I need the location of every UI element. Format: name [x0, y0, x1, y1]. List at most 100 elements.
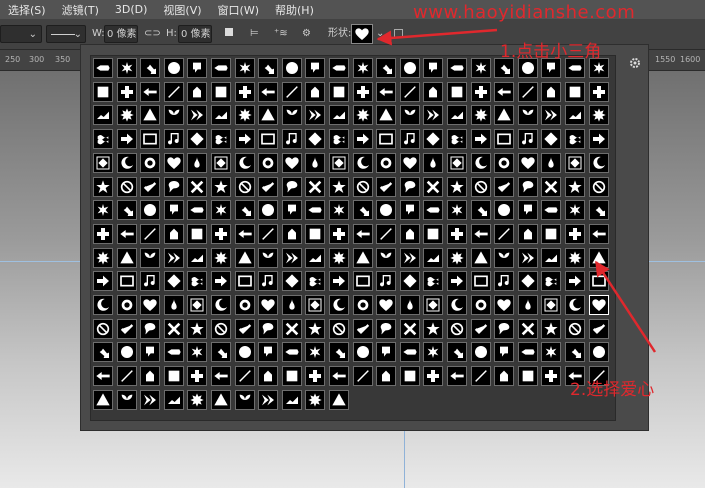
shape-tile[interactable]: [305, 223, 326, 244]
menu-item[interactable]: 视图(V): [155, 2, 209, 18]
shape-tile[interactable]: [163, 318, 184, 339]
shape-tile[interactable]: [470, 318, 491, 339]
shape-tile[interactable]: [305, 295, 326, 315]
shape-tile[interactable]: [352, 295, 373, 315]
shape-tile[interactable]: [588, 223, 609, 244]
shape-tile[interactable]: [565, 342, 585, 363]
shape-tile[interactable]: [329, 366, 349, 387]
shape-tile[interactable]: [234, 200, 255, 221]
shape-tile[interactable]: [187, 81, 208, 102]
shape-tile[interactable]: [211, 342, 231, 363]
shape-tile[interactable]: [541, 271, 562, 292]
shape-tile[interactable]: [423, 295, 444, 315]
shape-tile[interactable]: [258, 223, 279, 244]
shape-tile[interactable]: [541, 105, 562, 126]
shape-tile[interactable]: [423, 176, 444, 197]
shape-tile[interactable]: [541, 247, 562, 268]
path-arrangement-icon[interactable]: ⁺≋: [274, 25, 288, 43]
shape-tile[interactable]: [565, 200, 585, 221]
shape-tile[interactable]: [352, 223, 373, 244]
shape-tile[interactable]: [352, 318, 373, 339]
shape-tile[interactable]: [211, 129, 231, 150]
link-icon[interactable]: ⊂⊃: [144, 25, 161, 43]
shape-tile[interactable]: [399, 58, 420, 78]
shape-tile[interactable]: [565, 247, 585, 268]
shape-tile[interactable]: [163, 105, 184, 126]
shape-tile[interactable]: [140, 318, 161, 339]
shape-tile[interactable]: [187, 152, 208, 173]
shape-tile[interactable]: [116, 152, 137, 173]
shape-tile[interactable]: [116, 223, 137, 244]
path-alignment-icon[interactable]: ⊨: [250, 25, 259, 43]
shape-tile[interactable]: [140, 223, 161, 244]
shape-tile[interactable]: [423, 152, 444, 173]
shape-tile[interactable]: [329, 129, 349, 150]
shape-tile[interactable]: [234, 105, 255, 126]
shape-tile[interactable]: [305, 81, 326, 102]
shape-tile[interactable]: [187, 366, 208, 387]
shape-tile[interactable]: [234, 342, 255, 363]
width-field[interactable]: 0 像素: [104, 25, 138, 43]
shape-tile[interactable]: [329, 152, 349, 173]
stroke-type-dropdown[interactable]: ⌄: [46, 25, 86, 43]
shape-tile[interactable]: [494, 271, 515, 292]
shape-tile[interactable]: [399, 295, 420, 315]
menu-item[interactable]: 滤镜(T): [54, 2, 107, 18]
shape-tile[interactable]: [258, 318, 279, 339]
shape-tile[interactable]: [305, 105, 326, 126]
shape-tile[interactable]: [329, 200, 349, 221]
shape-tile[interactable]: [399, 247, 420, 268]
shape-tile[interactable]: [565, 295, 585, 315]
shape-tile[interactable]: [187, 58, 208, 78]
shape-tile[interactable]: [93, 295, 113, 315]
shape-tile[interactable]: [423, 342, 444, 363]
shape-tile[interactable]: [211, 176, 231, 197]
shape-tile[interactable]: [211, 389, 231, 410]
shape-tile[interactable]: [211, 200, 231, 221]
height-field[interactable]: 0 像素: [178, 25, 212, 43]
shape-tile[interactable]: [447, 366, 467, 387]
shape-tile[interactable]: [399, 152, 420, 173]
shape-tile[interactable]: [470, 295, 491, 315]
shape-tile[interactable]: [399, 366, 420, 387]
shape-tile[interactable]: [281, 295, 302, 315]
shape-tile[interactable]: [140, 271, 161, 292]
shape-tile[interactable]: [281, 318, 302, 339]
menu-item[interactable]: 3D(D): [107, 3, 156, 16]
shape-tile[interactable]: [470, 152, 491, 173]
shape-tile[interactable]: [116, 342, 137, 363]
shape-tile[interactable]: [281, 129, 302, 150]
shape-tile[interactable]: [116, 200, 137, 221]
shape-tile[interactable]: [494, 176, 515, 197]
shape-tile[interactable]: [494, 105, 515, 126]
shape-tile[interactable]: [376, 81, 397, 102]
shape-tile[interactable]: [258, 129, 279, 150]
shape-preview[interactable]: [351, 24, 373, 44]
shape-tile[interactable]: [376, 342, 397, 363]
shape-tile[interactable]: [305, 200, 326, 221]
shape-tile[interactable]: [305, 58, 326, 78]
shape-tile[interactable]: [423, 318, 444, 339]
shape-tile[interactable]: [329, 81, 349, 102]
shape-tile[interactable]: [281, 200, 302, 221]
shape-tile[interactable]: [140, 58, 161, 78]
shape-tile[interactable]: [116, 318, 137, 339]
shape-tile[interactable]: [399, 129, 420, 150]
shape-tile[interactable]: [517, 295, 538, 315]
shape-tile[interactable]: [541, 366, 562, 387]
shape-tile[interactable]: [423, 129, 444, 150]
shape-tile[interactable]: [399, 105, 420, 126]
shape-tile[interactable]: [187, 223, 208, 244]
shape-tile[interactable]: [541, 152, 562, 173]
shape-tile[interactable]: [187, 129, 208, 150]
shape-tile[interactable]: [541, 81, 562, 102]
shape-tile[interactable]: [588, 152, 609, 173]
shape-tile[interactable]: [588, 200, 609, 221]
shape-tile[interactable]: [187, 105, 208, 126]
shape-tile[interactable]: [93, 389, 113, 410]
shape-tile[interactable]: [470, 342, 491, 363]
gear-icon[interactable]: [629, 57, 641, 69]
shape-tile[interactable]: [116, 366, 137, 387]
shape-tile[interactable]: [140, 176, 161, 197]
shape-tile[interactable]: [470, 366, 491, 387]
